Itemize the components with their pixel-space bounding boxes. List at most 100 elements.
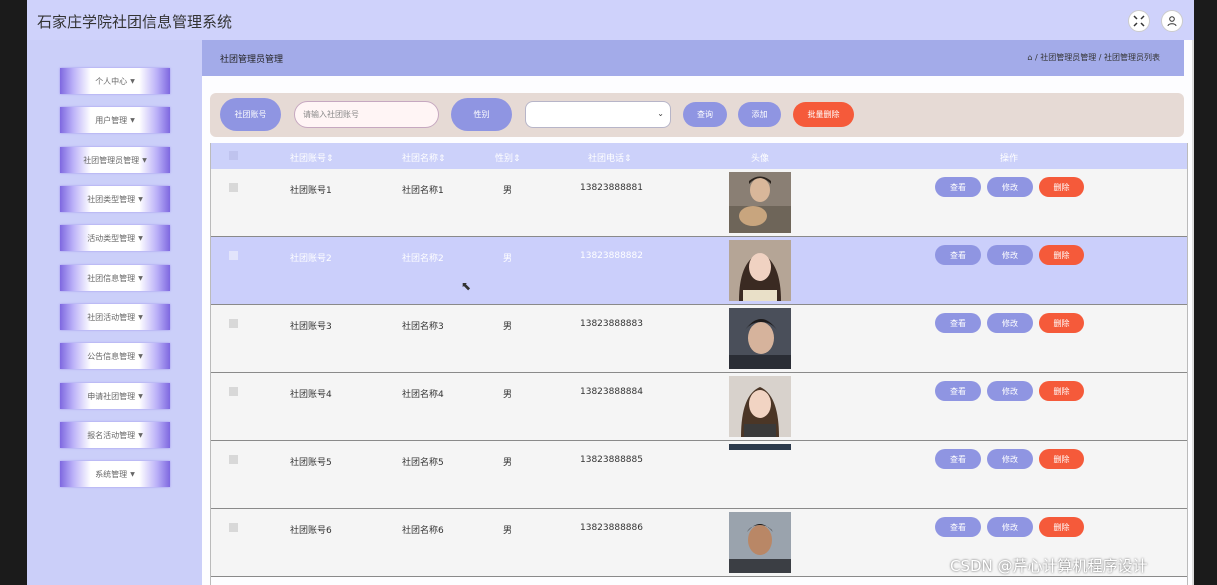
sidebar-item-club-application-management[interactable]: 申请社团管理 ▼ <box>60 383 170 409</box>
caret-down-icon: ▼ <box>142 156 147 164</box>
add-button[interactable]: 添加 <box>738 102 781 127</box>
cell-gender: 男 <box>503 186 513 196</box>
delete-button[interactable]: 删除 <box>1039 517 1084 537</box>
table-row[interactable]: 社团账号5 社团名称5 男 13823888885 查看 修改 删除 <box>211 441 1187 509</box>
edit-button[interactable]: 修改 <box>987 313 1033 333</box>
select-all-checkbox[interactable] <box>229 151 238 160</box>
table-row[interactable]: 社团账号4 社团名称4 男 13823888884 查看 修改 删除 <box>211 373 1187 441</box>
sidebar-item-user-management[interactable]: 用户管理 ▼ <box>60 107 170 133</box>
table-header: 社团账号⇕ 社团名称⇕ 性别⇕ 社团电话⇕ 头像 操作 <box>211 143 1187 169</box>
batch-delete-button[interactable]: 批量删除 <box>793 102 854 127</box>
cell-name: 社团名称4 <box>402 390 444 400</box>
avatar-image <box>729 376 791 437</box>
cell-gender: 男 <box>503 322 513 332</box>
search-panel: 社团账号 请输入社团账号 性别 ⌄ 查询 添加 批量删除 <box>210 93 1184 137</box>
sidebar-item-label: 社团类型管理 <box>87 194 136 204</box>
sidebar-item-club-info-management[interactable]: 社团信息管理 ▼ <box>60 265 170 291</box>
delete-button[interactable]: 删除 <box>1039 449 1084 469</box>
edit-button[interactable]: 修改 <box>987 381 1033 401</box>
row-checkbox[interactable] <box>229 183 238 192</box>
watermark: CSDN @芹心计算机程序设计 <box>950 557 1148 575</box>
cell-phone: 13823888886 <box>580 523 643 533</box>
row-checkbox[interactable] <box>229 251 238 260</box>
caret-down-icon: ▼ <box>138 195 143 203</box>
sidebar-item-activity-signup-management[interactable]: 报名活动管理 ▼ <box>60 422 170 448</box>
avatar-image <box>729 444 791 450</box>
column-header-name[interactable]: 社团名称⇕ <box>402 151 446 164</box>
cell-account: 社团账号3 <box>290 322 332 332</box>
delete-button[interactable]: 删除 <box>1039 177 1084 197</box>
gender-label: 性别 <box>451 98 512 131</box>
fullscreen-icon[interactable] <box>1128 10 1150 32</box>
sidebar-item-personal-center[interactable]: 个人中心 ▼ <box>60 68 170 94</box>
app-title: 石家庄学院社团信息管理系统 <box>37 13 233 31</box>
view-button[interactable]: 查看 <box>935 449 981 469</box>
sort-icon: ⇕ <box>624 154 632 164</box>
column-header-gender[interactable]: 性别⇕ <box>495 151 521 164</box>
edit-button[interactable]: 修改 <box>987 177 1033 197</box>
cell-phone: 13823888882 <box>580 251 643 261</box>
row-checkbox[interactable] <box>229 455 238 464</box>
account-label: 社团账号 <box>220 98 281 131</box>
breadcrumb: ⌂ / 社团管理员管理 / 社团管理员列表 <box>1027 52 1160 63</box>
delete-button[interactable]: 删除 <box>1039 313 1084 333</box>
cell-name: 社团名称5 <box>402 458 444 468</box>
table-row[interactable]: 社团账号2 社团名称2 男 13823888882 查看 修改 删除 <box>211 237 1187 305</box>
top-bar: 石家庄学院社团信息管理系统 <box>27 0 1194 41</box>
sidebar: 个人中心 ▼ 用户管理 ▼ 社团管理员管理 ▼ 社团类型管理 ▼ 活动类型管理 ▼ 社团信… <box>27 40 202 585</box>
row-checkbox[interactable] <box>229 523 238 532</box>
sidebar-item-notice-management[interactable]: 公告信息管理 ▼ <box>60 343 170 369</box>
view-button[interactable]: 查看 <box>935 245 981 265</box>
sidebar-item-system-management[interactable]: 系统管理 ▼ <box>60 461 170 487</box>
delete-button[interactable]: 删除 <box>1039 381 1084 401</box>
table-row[interactable]: 社团账号3 社团名称3 男 13823888883 查看 修改 删除 <box>211 305 1187 373</box>
caret-down-icon: ▼ <box>138 274 143 282</box>
account-search-input[interactable]: 请输入社团账号 <box>294 101 439 128</box>
caret-down-icon: ▼ <box>138 313 143 321</box>
sidebar-item-label: 活动类型管理 <box>87 233 136 243</box>
view-button[interactable]: 查看 <box>935 313 981 333</box>
sidebar-item-label: 报名活动管理 <box>87 430 136 440</box>
breadcrumb-bar: 社团管理员管理 ⌂ / 社团管理员管理 / 社团管理员列表 <box>202 40 1184 76</box>
sidebar-item-label: 社团活动管理 <box>87 312 136 322</box>
cell-phone: 13823888883 <box>580 319 643 329</box>
edit-button[interactable]: 修改 <box>987 449 1033 469</box>
column-label: 性别 <box>495 154 514 164</box>
cell-account: 社团账号4 <box>290 390 332 400</box>
sidebar-item-label: 申请社团管理 <box>87 391 136 401</box>
row-checkbox[interactable] <box>229 319 238 328</box>
cell-name: 社团名称1 <box>402 186 444 196</box>
view-button[interactable]: 查看 <box>935 517 981 537</box>
table-row[interactable]: 社团账号1 社团名称1 男 13823888881 查看 修改 删除 <box>211 169 1187 237</box>
view-button[interactable]: 查看 <box>935 177 981 197</box>
user-icon[interactable] <box>1161 10 1183 32</box>
mouse-pointer-icon: ⬉ <box>461 279 472 293</box>
vertical-scrollbar[interactable] <box>1192 40 1194 585</box>
page-title: 社团管理员管理 <box>220 55 284 65</box>
cell-phone: 13823888881 <box>580 183 643 193</box>
edit-button[interactable]: 修改 <box>987 245 1033 265</box>
column-header-phone[interactable]: 社团电话⇕ <box>588 151 632 164</box>
view-button[interactable]: 查看 <box>935 381 981 401</box>
breadcrumb-text: / 社团管理员管理 / 社团管理员列表 <box>1034 53 1160 62</box>
cell-gender: 男 <box>503 458 513 468</box>
main-content: 社团管理员管理 ⌂ / 社团管理员管理 / 社团管理员列表 社团账号 请输入社团… <box>202 40 1194 585</box>
sidebar-item-club-type-management[interactable]: 社团类型管理 ▼ <box>60 186 170 212</box>
cell-account: 社团账号6 <box>290 526 332 536</box>
row-checkbox[interactable] <box>229 387 238 396</box>
delete-button[interactable]: 删除 <box>1039 245 1084 265</box>
query-button[interactable]: 查询 <box>683 102 727 127</box>
sidebar-item-club-admin-management[interactable]: 社团管理员管理 ▼ <box>60 147 170 173</box>
home-icon[interactable]: ⌂ <box>1027 53 1032 62</box>
sort-icon: ⇕ <box>513 154 521 164</box>
club-admin-table: 社团账号⇕ 社团名称⇕ 性别⇕ 社团电话⇕ 头像 操作 社团账号1 社团名称1 … <box>210 143 1188 585</box>
sidebar-item-activity-type-management[interactable]: 活动类型管理 ▼ <box>60 225 170 251</box>
sidebar-item-club-activity-management[interactable]: 社团活动管理 ▼ <box>60 304 170 330</box>
column-header-account[interactable]: 社团账号⇕ <box>290 151 334 164</box>
avatar-image <box>729 240 791 301</box>
gender-select[interactable]: ⌄ <box>525 101 671 128</box>
edit-button[interactable]: 修改 <box>987 517 1033 537</box>
sidebar-item-label: 用户管理 <box>95 115 128 125</box>
column-label: 社团电话 <box>588 154 625 164</box>
cell-name: 社团名称6 <box>402 526 444 536</box>
